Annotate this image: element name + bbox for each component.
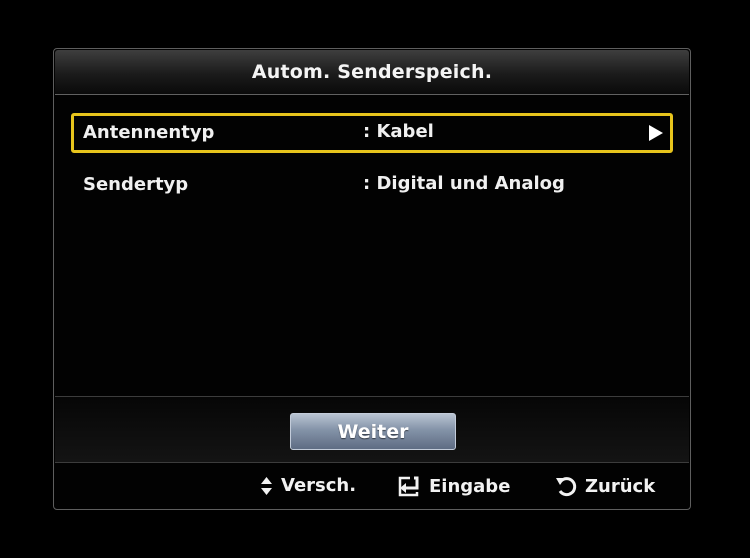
menu-item-label: Sendertyp xyxy=(83,174,189,195)
menu-item-label: Antennentyp xyxy=(83,122,215,143)
hint-move: Versch. xyxy=(260,475,356,496)
dialog-title: Autom. Senderspeich. xyxy=(251,61,493,83)
menu-item-antennentyp[interactable]: Antennentyp : Kabel xyxy=(71,113,673,153)
hint-back-label: Zurück xyxy=(585,475,656,497)
hint-back: Zurück xyxy=(555,475,655,497)
arrow-right-icon xyxy=(649,125,663,141)
hint-enter: Eingabe xyxy=(397,475,510,497)
hint-move-label: Versch. xyxy=(281,475,357,496)
footer-help-bar: Versch. Eingabe Zurück xyxy=(55,461,689,508)
menu-item-value: : Digital und Analog xyxy=(363,173,565,194)
menu-item-value: : Kabel xyxy=(363,121,434,142)
auto-store-dialog: Autom. Senderspeich. Antennentyp : Kabel… xyxy=(53,48,691,510)
up-down-icon xyxy=(261,476,272,495)
button-area: Weiter xyxy=(55,396,689,463)
weiter-button[interactable]: Weiter xyxy=(290,413,456,450)
menu-item-sendertyp[interactable]: Sendertyp : Digital und Analog xyxy=(71,165,673,205)
return-icon xyxy=(556,477,577,497)
enter-icon xyxy=(398,476,419,497)
title-bar: Autom. Senderspeich. xyxy=(55,50,689,95)
hint-enter-label: Eingabe xyxy=(429,475,511,497)
